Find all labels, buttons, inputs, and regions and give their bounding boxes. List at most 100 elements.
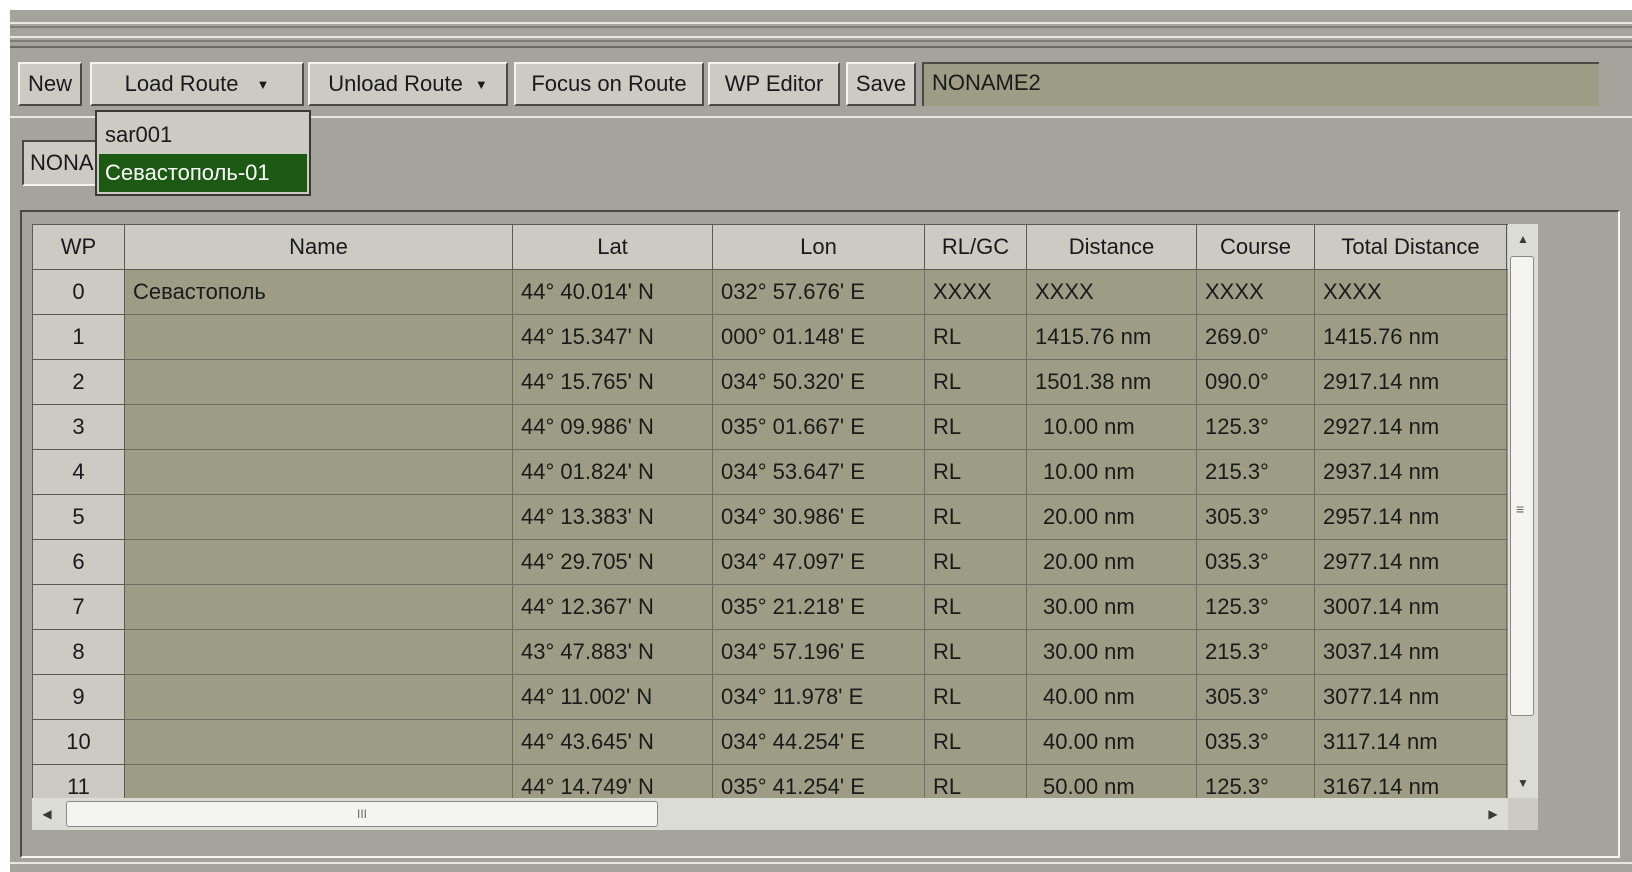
cell-course[interactable]: 035.3°	[1196, 719, 1315, 765]
table-row[interactable]: 10 44° 43.645' N 034° 44.254' E RL 40.00 nm 0…	[32, 719, 1508, 765]
cell-lon[interactable]: 034° 57.196' E	[712, 629, 925, 675]
cell-distance[interactable]: 1415.76 nm	[1026, 314, 1197, 360]
cell-distance[interactable]: 30.00 nm	[1026, 629, 1197, 675]
cell-total-distance[interactable]: 1415.76 nm	[1314, 314, 1507, 360]
cell-lon[interactable]: 034° 50.320' E	[712, 359, 925, 405]
column-header-lon[interactable]: Lon	[712, 224, 925, 270]
cell-wp[interactable]: 6	[32, 539, 125, 585]
cell-lat[interactable]: 44° 12.367' N	[512, 584, 713, 630]
table-row[interactable]: 8 43° 47.883' N 034° 57.196' E RL 30.00 nm 21…	[32, 629, 1508, 675]
table-row[interactable]: 1 44° 15.347' N 000° 01.148' E RL 1415.76 nm…	[32, 314, 1508, 360]
title-bar[interactable]	[10, 10, 1632, 48]
table-row[interactable]: 0 Севастополь 44° 40.014' N 032° 57.676' EX…	[32, 269, 1508, 315]
cell-total-distance[interactable]: 3117.14 nm	[1314, 719, 1507, 765]
cell-total-distance[interactable]: 2977.14 nm	[1314, 539, 1507, 585]
column-header-course[interactable]: Course	[1196, 224, 1315, 270]
cell-rl-gc[interactable]: XXXX	[924, 269, 1027, 315]
cell-wp[interactable]: 4	[32, 449, 125, 495]
cell-distance[interactable]: 10.00 nm	[1026, 404, 1197, 450]
cell-lon[interactable]: 034° 11.978' E	[712, 674, 925, 720]
cell-lat[interactable]: 44° 43.645' N	[512, 719, 713, 765]
cell-rl-gc[interactable]: RL	[924, 719, 1027, 765]
column-header-rl-gc[interactable]: RL/GC	[924, 224, 1027, 270]
cell-wp[interactable]: 8	[32, 629, 125, 675]
cell-lon[interactable]: 032° 57.676' E	[712, 269, 925, 315]
cell-lon[interactable]: 034° 47.097' E	[712, 539, 925, 585]
cell-total-distance[interactable]: 3077.14 nm	[1314, 674, 1507, 720]
column-header-wp[interactable]: WP	[32, 224, 125, 270]
cell-rl-gc[interactable]: RL	[924, 494, 1027, 540]
cell-total-distance[interactable]: 3037.14 nm	[1314, 629, 1507, 675]
cell-wp[interactable]: 3	[32, 404, 125, 450]
cell-lon[interactable]: 035° 21.218' E	[712, 584, 925, 630]
cell-wp[interactable]: 11	[32, 764, 125, 798]
cell-rl-gc[interactable]: RL	[924, 674, 1027, 720]
cell-total-distance[interactable]: 2937.14 nm	[1314, 449, 1507, 495]
cell-name[interactable]	[124, 719, 513, 765]
cell-course[interactable]: 269.0°	[1196, 314, 1315, 360]
scroll-down-icon[interactable]: ▼	[1508, 768, 1538, 798]
cell-lon[interactable]: 034° 30.986' E	[712, 494, 925, 540]
cell-distance[interactable]: 40.00 nm	[1026, 719, 1197, 765]
cell-lon[interactable]: 000° 01.148' E	[712, 314, 925, 360]
cell-lat[interactable]: 44° 01.824' N	[512, 449, 713, 495]
save-button[interactable]: Save	[846, 62, 916, 106]
cell-lat[interactable]: 44° 09.986' N	[512, 404, 713, 450]
cell-wp[interactable]: 10	[32, 719, 125, 765]
cell-course[interactable]: XXXX	[1196, 269, 1315, 315]
cell-name[interactable]	[124, 359, 513, 405]
cell-wp[interactable]: 5	[32, 494, 125, 540]
scroll-up-icon[interactable]: ▲	[1508, 224, 1538, 254]
cell-course[interactable]: 035.3°	[1196, 539, 1315, 585]
cell-rl-gc[interactable]: RL	[924, 584, 1027, 630]
new-button[interactable]: New	[18, 62, 82, 106]
cell-course[interactable]: 125.3°	[1196, 404, 1315, 450]
cell-name[interactable]	[124, 449, 513, 495]
cell-total-distance[interactable]: 2957.14 nm	[1314, 494, 1507, 540]
cell-lat[interactable]: 44° 14.749' N	[512, 764, 713, 798]
route-name-field[interactable]: NONAME2	[922, 62, 1599, 106]
cell-wp[interactable]: 1	[32, 314, 125, 360]
cell-distance[interactable]: 10.00 nm	[1026, 449, 1197, 495]
cell-lat[interactable]: 44° 15.765' N	[512, 359, 713, 405]
cell-name[interactable]	[124, 494, 513, 540]
cell-total-distance[interactable]: 3007.14 nm	[1314, 584, 1507, 630]
cell-rl-gc[interactable]: RL	[924, 764, 1027, 798]
cell-lon[interactable]: 035° 41.254' E	[712, 764, 925, 798]
cell-course[interactable]: 215.3°	[1196, 449, 1315, 495]
cell-name[interactable]	[124, 584, 513, 630]
scroll-left-icon[interactable]: ◀	[32, 798, 62, 830]
cell-distance[interactable]: 50.00 nm	[1026, 764, 1197, 798]
cell-rl-gc[interactable]: RL	[924, 359, 1027, 405]
cell-course[interactable]: 125.3°	[1196, 584, 1315, 630]
table-row[interactable]: 3 44° 09.986' N 035° 01.667' E RL 10.00 nm 12…	[32, 404, 1508, 450]
cell-lat[interactable]: 44° 40.014' N	[512, 269, 713, 315]
cell-distance[interactable]: XXXX	[1026, 269, 1197, 315]
cell-course[interactable]: 090.0°	[1196, 359, 1315, 405]
table-row[interactable]: 7 44° 12.367' N 035° 21.218' E RL 30.00 nm 12…	[32, 584, 1508, 630]
cell-name[interactable]	[124, 404, 513, 450]
scroll-right-icon[interactable]: ▶	[1478, 798, 1508, 830]
unload-route-button[interactable]: Unload Route ▼	[308, 62, 508, 106]
horizontal-scroll-thumb[interactable]: III	[66, 801, 658, 827]
cell-distance[interactable]: 1501.38 nm	[1026, 359, 1197, 405]
cell-name[interactable]	[124, 539, 513, 585]
column-header-total-distance[interactable]: Total Distance	[1314, 224, 1507, 270]
table-row[interactable]: 9 44° 11.002' N 034° 11.978' E RL 40.00 nm 30…	[32, 674, 1508, 720]
table-row[interactable]: 4 44° 01.824' N 034° 53.647' E RL 10.00 nm 21…	[32, 449, 1508, 495]
cell-lat[interactable]: 44° 15.347' N	[512, 314, 713, 360]
cell-rl-gc[interactable]: RL	[924, 539, 1027, 585]
cell-wp[interactable]: 9	[32, 674, 125, 720]
menu-item-sevastopol-01[interactable]: Севастополь-01	[99, 154, 307, 192]
cell-total-distance[interactable]: 2917.14 nm	[1314, 359, 1507, 405]
table-row[interactable]: 2 44° 15.765' N 034° 50.320' E RL 1501.38 nm…	[32, 359, 1508, 405]
cell-course[interactable]: 215.3°	[1196, 629, 1315, 675]
column-header-lat[interactable]: Lat	[512, 224, 713, 270]
cell-wp[interactable]: 2	[32, 359, 125, 405]
cell-total-distance[interactable]: 2927.14 nm	[1314, 404, 1507, 450]
cell-lat[interactable]: 43° 47.883' N	[512, 629, 713, 675]
cell-rl-gc[interactable]: RL	[924, 404, 1027, 450]
cell-lat[interactable]: 44° 29.705' N	[512, 539, 713, 585]
cell-total-distance[interactable]: 3167.14 nm	[1314, 764, 1507, 798]
column-header-distance[interactable]: Distance	[1026, 224, 1197, 270]
